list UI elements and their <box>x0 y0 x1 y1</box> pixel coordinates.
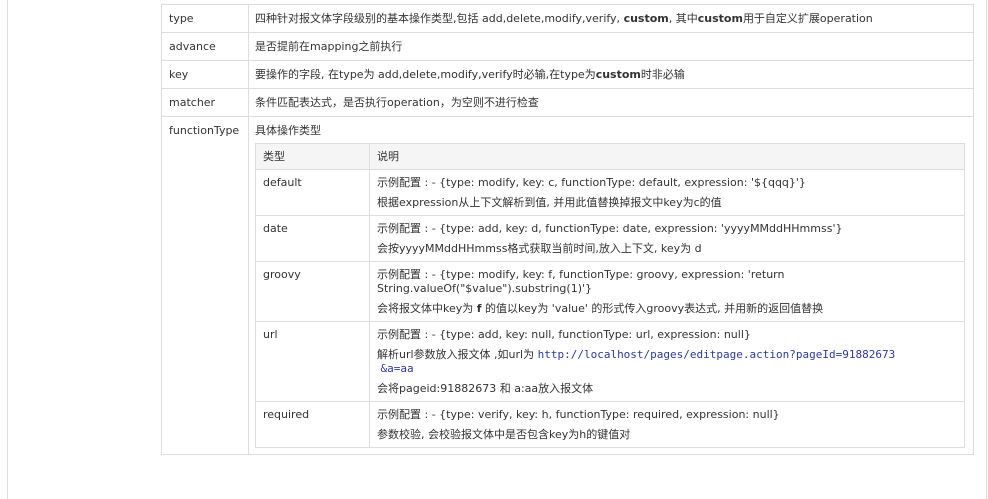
explanation: 会将报文体中key为 f 的值以key为 'value' 的形式传入groovy… <box>377 302 824 315</box>
table-row-key: key 要操作的字段, 在type为 add,delete,modify,ver… <box>161 60 974 89</box>
table-row-type: type 四种针对报文体字段级别的基本操作类型,包括 add,delete,mo… <box>161 4 974 33</box>
column-header-type: 类型 <box>255 143 370 170</box>
param-name: functionType <box>161 116 249 455</box>
param-name: type <box>161 4 249 33</box>
example-url-link[interactable]: http://localhost/pages/editpage.action?p… <box>538 348 896 361</box>
table-row-url: url 示例配置 : - {type: add, key: null, func… <box>255 321 965 402</box>
table-row-matcher: matcher 条件匹配表达式，是否执行operation，为空则不进行检查 <box>161 88 974 117</box>
explanation: 解析url参数放入报文体 ,如url为 http://localhost/pag… <box>377 348 896 375</box>
function-type-name: date <box>255 215 370 262</box>
example-config: 示例配置 : - {type: modify, key: c, function… <box>377 176 806 189</box>
function-type-label: 具体操作类型 <box>255 124 321 137</box>
function-type-description: 示例配置 : - {type: verify, key: h, function… <box>369 401 965 448</box>
table-row-functionType: functionType 具体操作类型 类型 说明 default 示例配置 :… <box>161 116 974 455</box>
param-description: 要操作的字段, 在type为 add,delete,modify,verify时… <box>248 60 974 89</box>
example-url-link-continued[interactable]: &a=aa <box>381 362 414 375</box>
explanation-result: 会将pageid:91882673 和 a:aa放入报文体 <box>377 382 594 395</box>
table-row-default: default 示例配置 : - {type: modify, key: c, … <box>255 169 965 216</box>
content-right-border <box>986 0 987 499</box>
explanation: 参数校验, 会校验报文体中是否包含key为h的键值对 <box>377 428 631 441</box>
table-row-groovy: groovy 示例配置 : - {type: modify, key: f, f… <box>255 261 965 322</box>
table-row-advance: advance 是否提前在mapping之前执行 <box>161 32 974 61</box>
function-type-table: 类型 说明 default 示例配置 : - {type: modify, ke… <box>255 143 965 448</box>
example-config: 示例配置 : - {type: add, key: d, functionTyp… <box>377 222 843 235</box>
function-type-name: url <box>255 321 370 402</box>
function-type-name: default <box>255 169 370 216</box>
explanation: 会按yyyyMMddHHmmss格式获取当前时间,放入上下文, key为 d <box>377 242 702 255</box>
param-name: advance <box>161 32 249 61</box>
function-type-description: 示例配置 : - {type: add, key: null, function… <box>369 321 965 402</box>
param-description: 是否提前在mapping之前执行 <box>248 32 974 61</box>
param-description: 具体操作类型 类型 说明 default 示例配置 : - {type: mod… <box>248 116 974 455</box>
table-row-date: date 示例配置 : - {type: add, key: d, functi… <box>255 215 965 262</box>
param-description: 条件匹配表达式，是否执行operation，为空则不进行检查 <box>248 88 974 117</box>
param-name: matcher <box>161 88 249 117</box>
content-left-border <box>7 0 8 499</box>
function-type-name: required <box>255 401 370 448</box>
operation-params-table: type 四种针对报文体字段级别的基本操作类型,包括 add,delete,mo… <box>161 4 974 455</box>
explanation: 根据expression从上下文解析到值, 并用此值替换掉报文中key为c的值 <box>377 196 722 209</box>
table-row-required: required 示例配置 : - {type: verify, key: h,… <box>255 401 965 448</box>
function-type-name: groovy <box>255 261 370 322</box>
function-type-description: 示例配置 : - {type: modify, key: c, function… <box>369 169 965 216</box>
column-header-description: 说明 <box>369 143 965 170</box>
function-type-description: 示例配置 : - {type: add, key: d, functionTyp… <box>369 215 965 262</box>
example-config: 示例配置 : - {type: add, key: null, function… <box>377 328 751 341</box>
function-type-description: 示例配置 : - {type: modify, key: f, function… <box>369 261 965 322</box>
param-description: 四种针对报文体字段级别的基本操作类型,包括 add,delete,modify,… <box>248 4 974 33</box>
example-config: 示例配置 : - {type: modify, key: f, function… <box>377 268 785 295</box>
example-config: 示例配置 : - {type: verify, key: h, function… <box>377 408 780 421</box>
param-name: key <box>161 60 249 89</box>
table-header-row: 类型 说明 <box>255 143 965 170</box>
